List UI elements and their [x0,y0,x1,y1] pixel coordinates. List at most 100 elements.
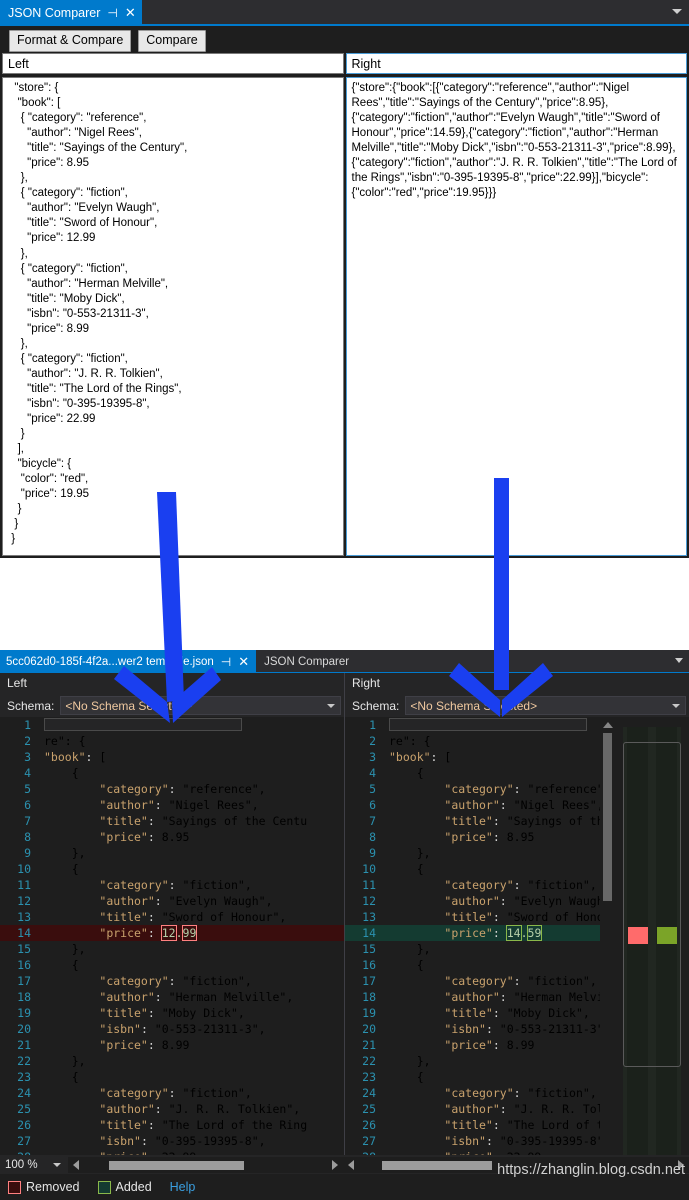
zoom-level-select[interactable]: 100 % [0,1155,68,1174]
code-line[interactable]: 14 "price": 12.99 [0,925,344,941]
format-and-compare-button[interactable]: Format & Compare [9,29,132,52]
diff-left-editor[interactable]: 1 2 re": {3 "book": [4 {5 "category": "refe… [0,717,344,1200]
code-line[interactable]: 5 "category": "reference", [0,781,344,797]
code-line[interactable]: 2 re": { [0,733,344,749]
comparer-toolbar: Format & Compare Compare [0,26,689,52]
code-line[interactable]: 7 "title": "Sayings of the C [345,813,600,829]
code-line[interactable]: 13 "title": "Sword of Honour", [0,909,344,925]
compare-button[interactable]: Compare [138,29,206,52]
line-number: 7 [369,814,376,828]
code-line[interactable]: 27 "isbn": "0-395-19395-8", [0,1133,344,1149]
diff-right-editor[interactable]: 1 2 re": {3 "book": [4 {5 "category": "refe… [345,717,689,1200]
code-line[interactable]: 11 "category": "fiction", [345,877,600,893]
code-line[interactable]: 9 }, [345,845,600,861]
code-line[interactable]: 21 "price": 8.99 [0,1037,344,1053]
code-line[interactable]: 15 }, [0,941,344,957]
diff-overview-ruler[interactable] [615,717,689,1200]
code-line[interactable]: 10 { [345,861,600,877]
code-line[interactable]: 18 "author": "Herman Melville [345,989,600,1005]
code-line[interactable]: 26 "title": "The Lord of the Ring [0,1117,344,1133]
scrollbar-thumb[interactable] [603,733,612,901]
code-line[interactable]: 6 "author": "Nigel Rees", [345,797,600,813]
overview-marker-removed[interactable] [628,927,648,944]
chevron-down-icon[interactable] [672,704,680,708]
code-line[interactable]: 17 "category": "fiction", [345,973,600,989]
close-icon[interactable]: ✕ [238,654,249,670]
code-line[interactable]: 15 }, [345,941,600,957]
code-text: "book": [ [389,750,452,764]
overview-viewport-frame[interactable] [623,742,681,1067]
line-number: 2 [369,734,376,748]
scroll-right-arrow-icon[interactable] [332,1159,338,1170]
code-line[interactable]: 10 { [0,861,344,877]
vertical-scrollbar[interactable] [600,717,615,1200]
code-line[interactable]: 3 "book": [ [0,749,344,765]
code-line[interactable]: 13 "title": "Sword of Honour" [345,909,600,925]
code-line[interactable]: 8 "price": 8.95 [0,829,344,845]
code-line[interactable]: 2 re": { [345,733,600,749]
tab-json-comparer-inactive[interactable]: JSON Comparer [256,656,357,668]
code-line[interactable]: 25 "author": "J. R. R. Tolkien", [0,1101,344,1117]
code-line[interactable]: 14 "price": 14.59 [345,925,600,941]
pin-icon[interactable]: ⊣ [107,0,117,26]
code-line[interactable]: 6 "author": "Nigel Rees", [0,797,344,813]
code-line[interactable]: 25 "author": "J. R. R. Tolkie [345,1101,600,1117]
left-json-textarea[interactable]: "store": { "book": [ { "category": "refe… [2,77,344,556]
code-line[interactable]: 23 { [0,1069,344,1085]
close-icon[interactable]: ✕ [125,0,136,26]
tab-temp-json-file[interactable]: 5cc062d0-185f-4f2a...wer2 temp file.json… [0,650,257,673]
overview-marker-added[interactable] [657,927,677,944]
code-line[interactable]: 4 { [345,765,600,781]
code-line[interactable]: 4 { [0,765,344,781]
left-hscroll-track[interactable] [79,1157,332,1173]
code-line[interactable]: 19 "title": "Moby Dick", [345,1005,600,1021]
help-link[interactable]: Help [170,1180,196,1194]
code-line[interactable]: 18 "author": "Herman Melville", [0,989,344,1005]
code-text: "author": "Nigel Rees", [444,798,600,812]
chevron-down-icon[interactable] [327,704,335,708]
code-line[interactable]: 22 }, [345,1053,600,1069]
code-line[interactable]: 8 "price": 8.95 [345,829,600,845]
code-line[interactable]: 17 "category": "fiction", [0,973,344,989]
left-hscroll-thumb[interactable] [109,1160,244,1170]
chevron-down-icon[interactable] [675,658,683,663]
chevron-down-icon[interactable] [53,1163,61,1167]
code-line[interactable]: 5 "category": "reference", [345,781,600,797]
zoom-level-value: 100 % [5,1158,38,1171]
right-hscroll-thumb[interactable] [382,1160,492,1170]
tab-json-comparer[interactable]: JSON Comparer ⊣ ✕ [0,0,142,26]
code-line[interactable]: 1 [0,717,344,733]
code-line[interactable]: 23 { [345,1069,600,1085]
code-line[interactable]: 12 "author": "Evelyn Waugh", [0,893,344,909]
code-line[interactable]: 20 "isbn": "0-553-21311-3", [345,1021,600,1037]
code-line[interactable]: 11 "category": "fiction", [0,877,344,893]
code-line[interactable]: 9 }, [0,845,344,861]
code-text: "title": "Sword of Honour" [444,910,600,924]
line-number: 7 [24,814,31,828]
schema-select-right[interactable]: <No Schema Selected> [405,696,686,715]
code-line[interactable]: 24 "category": "fiction", [345,1085,600,1101]
pin-icon[interactable]: ⊣ [221,655,231,669]
chevron-down-icon[interactable] [672,9,682,14]
code-line[interactable]: 22 }, [0,1053,344,1069]
code-text: "price": 8.99 [444,1038,535,1052]
schema-select-left[interactable]: <No Schema Selected> [60,696,341,715]
code-line[interactable]: 24 "category": "fiction", [0,1085,344,1101]
code-line[interactable]: 16 { [0,957,344,973]
line-number: 10 [362,862,376,876]
code-line[interactable]: 21 "price": 8.99 [345,1037,600,1053]
scroll-up-arrow-icon[interactable] [600,717,615,732]
code-line[interactable]: 12 "author": "Evelyn Waugh", [345,893,600,909]
code-line[interactable]: 27 "isbn": "0-395-19395-8", [345,1133,600,1149]
right-json-textarea[interactable]: {"store":{"book":[{"category":"reference… [345,77,687,556]
left-horizontal-scrollbar[interactable] [68,1156,343,1173]
code-line[interactable]: 3 "book": [ [345,749,600,765]
added-swatch-icon [97,1180,111,1194]
code-line[interactable]: 1 [345,717,600,733]
code-line[interactable]: 20 "isbn": "0-553-21311-3", [0,1021,344,1037]
code-line[interactable]: 7 "title": "Sayings of the Centu [0,813,344,829]
code-line[interactable]: 26 "title": "The Lord of the [345,1117,600,1133]
current-line-highlight [389,718,587,731]
code-line[interactable]: 16 { [345,957,600,973]
code-line[interactable]: 19 "title": "Moby Dick", [0,1005,344,1021]
